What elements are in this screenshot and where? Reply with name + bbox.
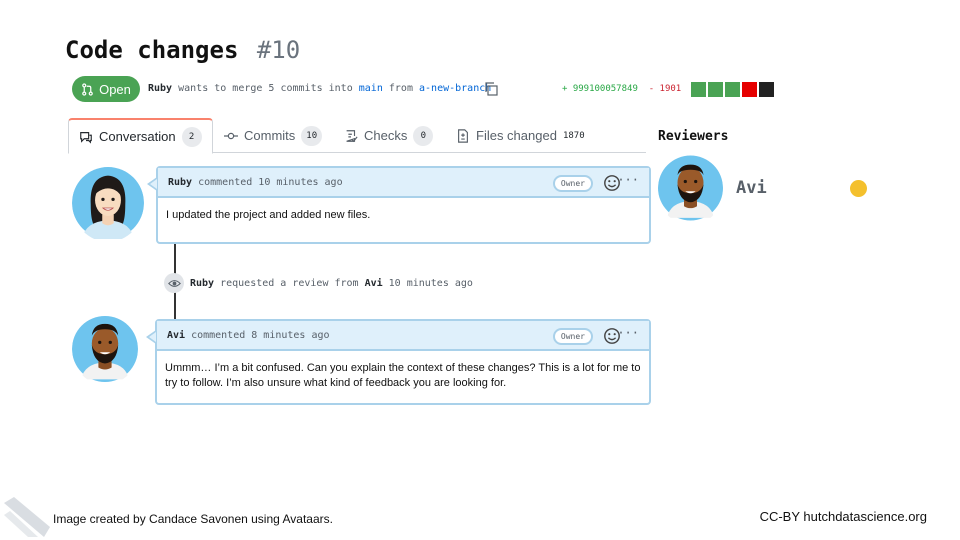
review-request-event: Ruby requested a review from Avi 10 minu… bbox=[164, 273, 473, 293]
more-options-icon[interactable]: ··· bbox=[617, 326, 639, 340]
avi-avatar-icon bbox=[72, 316, 138, 382]
tab-counter: 1870 bbox=[562, 130, 585, 141]
tab-conversation[interactable]: Conversation 2 bbox=[68, 118, 213, 154]
diff-block bbox=[708, 82, 723, 97]
file-diff-icon bbox=[458, 128, 468, 143]
head-branch[interactable]: a-new-branch bbox=[419, 83, 491, 94]
from-text: from bbox=[388, 83, 413, 94]
commit-icon bbox=[224, 132, 238, 139]
comment-meta: commented 10 minutes ago bbox=[198, 176, 343, 188]
comment-meta: commented 8 minutes ago bbox=[191, 329, 330, 341]
more-options-icon[interactable]: ··· bbox=[617, 173, 639, 187]
page-title: Code changes #10 bbox=[65, 36, 300, 64]
diff-block bbox=[759, 82, 774, 97]
pr-tabs: Conversation 2 Commits 10 Checks 0 Files… bbox=[68, 118, 646, 154]
pr-number: #10 bbox=[256, 36, 301, 64]
event-reviewer[interactable]: Avi bbox=[365, 278, 383, 289]
event-actor[interactable]: Ruby bbox=[190, 278, 214, 289]
event-time: 10 minutes ago bbox=[388, 277, 473, 289]
reviewer-name[interactable]: Avi bbox=[736, 178, 767, 198]
ruby-avatar-icon bbox=[72, 167, 144, 239]
pr-title: Code changes bbox=[65, 36, 239, 64]
comment-author[interactable]: Avi bbox=[167, 330, 185, 341]
merge-summary: Ruby wants to merge 5 commits into main … bbox=[148, 83, 491, 94]
tab-label: Commits bbox=[244, 128, 296, 143]
comment-avi: Avi commented 8 minutes ago Owner ··· Umm… bbox=[146, 319, 651, 405]
merge-text: wants to merge 5 commits into bbox=[178, 83, 353, 94]
pr-status-label: Open bbox=[99, 81, 131, 97]
event-text: requested a review from bbox=[220, 277, 359, 289]
diff-block bbox=[725, 82, 740, 97]
reviewers-heading: Reviewers bbox=[658, 129, 729, 144]
image-credit: Image created by Candace Savonen using A… bbox=[53, 512, 333, 526]
tab-checks[interactable]: Checks 0 bbox=[344, 118, 434, 153]
comment-avatar-ruby[interactable] bbox=[72, 164, 144, 242]
diffstat-blocks bbox=[691, 82, 774, 97]
comment-ruby: Ruby commented 10 minutes ago Owner ··· I… bbox=[147, 166, 651, 244]
comment-header: Avi commented 8 minutes ago Owner ··· bbox=[157, 321, 649, 351]
tab-files-changed[interactable]: Files changed 1870 bbox=[456, 118, 585, 153]
tab-label: Conversation bbox=[99, 129, 176, 144]
owner-badge: Owner bbox=[552, 175, 593, 192]
base-branch[interactable]: main bbox=[359, 83, 383, 94]
comment-pointer bbox=[147, 177, 157, 191]
logo-mark-icon bbox=[4, 497, 50, 537]
pull-request-icon bbox=[82, 82, 93, 96]
avi-avatar-icon bbox=[658, 155, 723, 221]
copy-icon[interactable] bbox=[483, 81, 499, 97]
eye-icon bbox=[164, 273, 184, 293]
checklist-icon bbox=[346, 129, 358, 142]
tab-counter: 0 bbox=[413, 125, 434, 146]
additions-count: + 999100057849 bbox=[562, 84, 638, 94]
review-pending-icon bbox=[850, 180, 867, 197]
comment-icon bbox=[80, 131, 92, 144]
diff-block bbox=[691, 82, 706, 97]
diff-block bbox=[742, 82, 757, 97]
license-text: CC-BY hutchdatascience.org bbox=[759, 509, 927, 524]
tab-commits[interactable]: Commits 10 bbox=[224, 118, 323, 153]
owner-badge: Owner bbox=[552, 328, 593, 345]
tab-label: Files changed bbox=[476, 128, 557, 143]
tab-counter: 10 bbox=[301, 125, 323, 146]
comment-body: I updated the project and added new file… bbox=[166, 209, 371, 221]
comment-header: Ruby commented 10 minutes ago Owner ··· bbox=[158, 168, 649, 198]
comment-body: Ummm… I’m a bit confused. Can you explai… bbox=[165, 362, 641, 389]
tab-counter: 2 bbox=[181, 126, 202, 147]
pr-status-badge: Open bbox=[72, 76, 140, 102]
diffstat: + 999100057849 - 1901 bbox=[562, 84, 681, 94]
pr-author[interactable]: Ruby bbox=[148, 83, 172, 94]
comment-pointer bbox=[146, 330, 156, 344]
tab-label: Checks bbox=[364, 128, 408, 143]
deletions-count: - 1901 bbox=[648, 84, 682, 94]
reviewer-avatar[interactable] bbox=[658, 152, 723, 224]
comment-author[interactable]: Ruby bbox=[168, 177, 192, 188]
comment-avatar-avi[interactable] bbox=[72, 313, 138, 385]
